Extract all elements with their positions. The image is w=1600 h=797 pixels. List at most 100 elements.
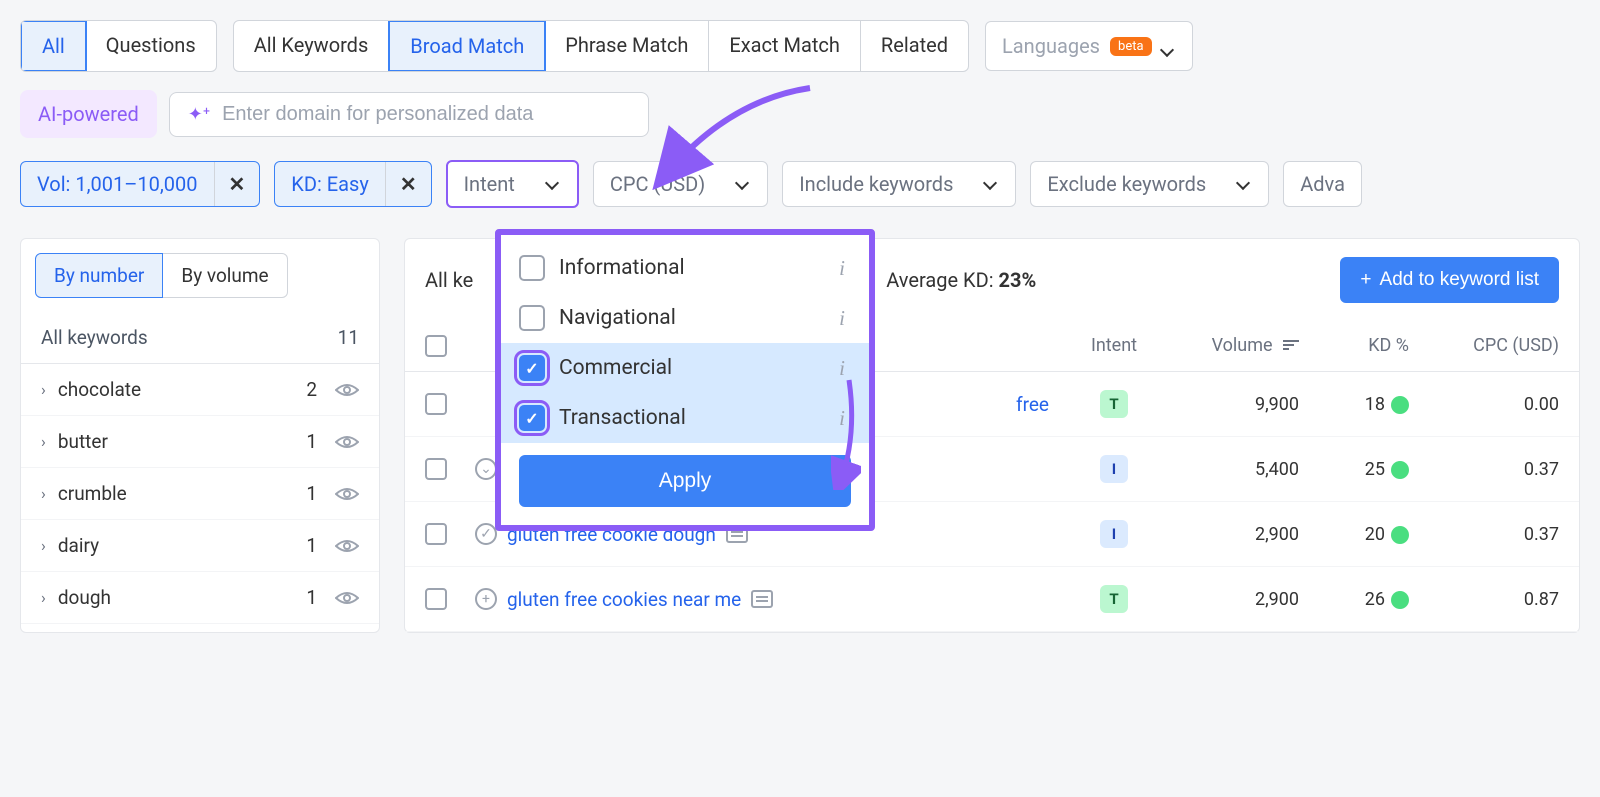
intent-badge-informational: I (1100, 520, 1128, 548)
sidebar-item-label: chocolate (58, 378, 295, 401)
row-checkbox[interactable] (425, 588, 447, 610)
results-panel: Informational i Navigational i Commercia… (404, 238, 1580, 633)
select-all-checkbox[interactable] (425, 335, 447, 357)
intent-option-commercial[interactable]: Commercial i (501, 343, 869, 393)
checkbox-checked[interactable] (519, 405, 545, 431)
intent-option-label: Navigational (559, 306, 676, 330)
sidebar-header-count: 11 (338, 326, 359, 349)
filter-advanced-label: Adva (1284, 162, 1361, 206)
intent-option-label: Transactional (559, 406, 686, 430)
chevron-right-icon: › (41, 380, 46, 399)
tab-related[interactable]: Related (861, 21, 968, 71)
chevron-right-icon: › (41, 536, 46, 555)
row-checkbox[interactable] (425, 458, 447, 480)
serp-icon[interactable] (751, 590, 773, 608)
intent-option-label: Commercial (559, 356, 672, 380)
sidebar: By number By volume All keywords 11 › ch… (20, 238, 380, 633)
sidebar-item-butter[interactable]: › butter 1 (21, 416, 379, 468)
column-intent[interactable]: Intent (1069, 335, 1159, 357)
sidebar-tab-by-number[interactable]: By number (35, 253, 163, 298)
kd-dot-icon (1391, 591, 1409, 609)
row-checkbox[interactable] (425, 523, 447, 545)
close-icon[interactable]: ✕ (385, 162, 431, 206)
sidebar-item-label: dough (58, 586, 295, 609)
match-tab-group: All Keywords Broad Match Phrase Match Ex… (233, 20, 969, 72)
tab-exact-match[interactable]: Exact Match (709, 21, 861, 71)
intent-badge-transactional: T (1100, 585, 1128, 613)
domain-input[interactable] (222, 103, 630, 126)
volume-value: 5,400 (1159, 459, 1299, 480)
column-kd[interactable]: KD % (1299, 335, 1419, 357)
intent-option-informational[interactable]: Informational i (501, 243, 869, 293)
chevron-down-icon (985, 172, 999, 186)
filter-kd[interactable]: KD: Easy ✕ (274, 161, 431, 207)
checkbox-unchecked[interactable] (519, 255, 545, 281)
info-icon[interactable]: i (839, 306, 845, 331)
cpc-value: 0.37 (1419, 524, 1559, 545)
tab-questions[interactable]: Questions (86, 21, 216, 71)
check-circle-icon[interactable]: ✓ (475, 523, 497, 545)
info-icon[interactable]: i (839, 256, 845, 281)
row-checkbox[interactable] (425, 393, 447, 415)
chevron-down-icon (1162, 39, 1176, 53)
plus-circle-icon[interactable]: + (475, 588, 497, 610)
filter-kd-label: KD: Easy (275, 162, 385, 206)
language-select[interactable]: Languages beta (985, 21, 1193, 71)
kd-dot-icon (1391, 526, 1409, 544)
sidebar-item-dairy[interactable]: › dairy 1 (21, 520, 379, 572)
tab-all-keywords[interactable]: All Keywords (234, 21, 390, 71)
add-kw-label: Add to keyword list (1380, 269, 1539, 291)
filter-volume[interactable]: Vol: 1,001–10,000 ✕ (20, 161, 260, 207)
checkbox-unchecked[interactable] (519, 305, 545, 331)
intent-dropdown-popup: Informational i Navigational i Commercia… (495, 229, 875, 531)
chevron-right-icon: › (41, 432, 46, 451)
add-to-keyword-list-button[interactable]: + Add to keyword list (1340, 257, 1559, 303)
sidebar-tab-by-volume[interactable]: By volume (163, 253, 287, 298)
cpc-value: 0.00 (1419, 394, 1559, 415)
kd-value: 26 (1299, 589, 1419, 610)
sidebar-item-count: 1 (306, 586, 317, 609)
tab-broad-match[interactable]: Broad Match (388, 20, 546, 72)
close-icon[interactable]: ✕ (214, 162, 260, 206)
chevron-down-icon (547, 172, 561, 186)
sidebar-item-label: butter (58, 430, 295, 453)
chevron-right-icon: › (41, 484, 46, 503)
sidebar-item-chocolate[interactable]: › chocolate 2 (21, 364, 379, 416)
table-row: + gluten free cookies near me T 2,900 26… (405, 567, 1579, 632)
checkbox-checked[interactable] (519, 355, 545, 381)
cpc-value: 0.87 (1419, 589, 1559, 610)
eye-icon[interactable] (335, 380, 359, 400)
filter-intent[interactable]: Intent (446, 160, 579, 208)
sidebar-item-dough[interactable]: › dough 1 (21, 572, 379, 624)
volume-value: 9,900 (1159, 394, 1299, 415)
cpc-value: 0.37 (1419, 459, 1559, 480)
filter-exclude[interactable]: Exclude keywords (1030, 161, 1269, 207)
ai-powered-badge: AI-powered (20, 90, 157, 138)
annotation-arrow (831, 375, 861, 490)
beta-badge: beta (1110, 37, 1152, 56)
keyword-link[interactable]: gluten free cookies near me (507, 588, 741, 611)
tab-phrase-match[interactable]: Phrase Match (545, 21, 709, 71)
column-cpc[interactable]: CPC (USD) (1419, 335, 1559, 357)
eye-icon[interactable] (335, 588, 359, 608)
intent-badge-transactional: T (1100, 390, 1128, 418)
apply-button[interactable]: Apply (519, 455, 851, 507)
eye-icon[interactable] (335, 484, 359, 504)
language-label: Languages (1002, 34, 1100, 58)
volume-value: 2,900 (1159, 589, 1299, 610)
intent-option-navigational[interactable]: Navigational i (501, 293, 869, 343)
caret-circle-icon[interactable]: ⌄ (475, 458, 497, 480)
sidebar-item-crumble[interactable]: › crumble 1 (21, 468, 379, 520)
average-kd-stat: Average KD: 23% (886, 268, 1036, 292)
column-volume[interactable]: Volume (1159, 335, 1299, 357)
filter-advanced[interactable]: Adva (1283, 161, 1362, 207)
intent-option-transactional[interactable]: Transactional i (501, 393, 869, 443)
tab-all[interactable]: All (20, 20, 87, 72)
eye-icon[interactable] (335, 432, 359, 452)
sidebar-header-label: All keywords (41, 326, 148, 349)
keyword-link[interactable]: free (1016, 393, 1049, 416)
question-tab-group: All Questions (20, 20, 217, 72)
filter-exclude-label: Exclude keywords (1031, 162, 1222, 206)
kd-dot-icon (1391, 396, 1409, 414)
eye-icon[interactable] (335, 536, 359, 556)
